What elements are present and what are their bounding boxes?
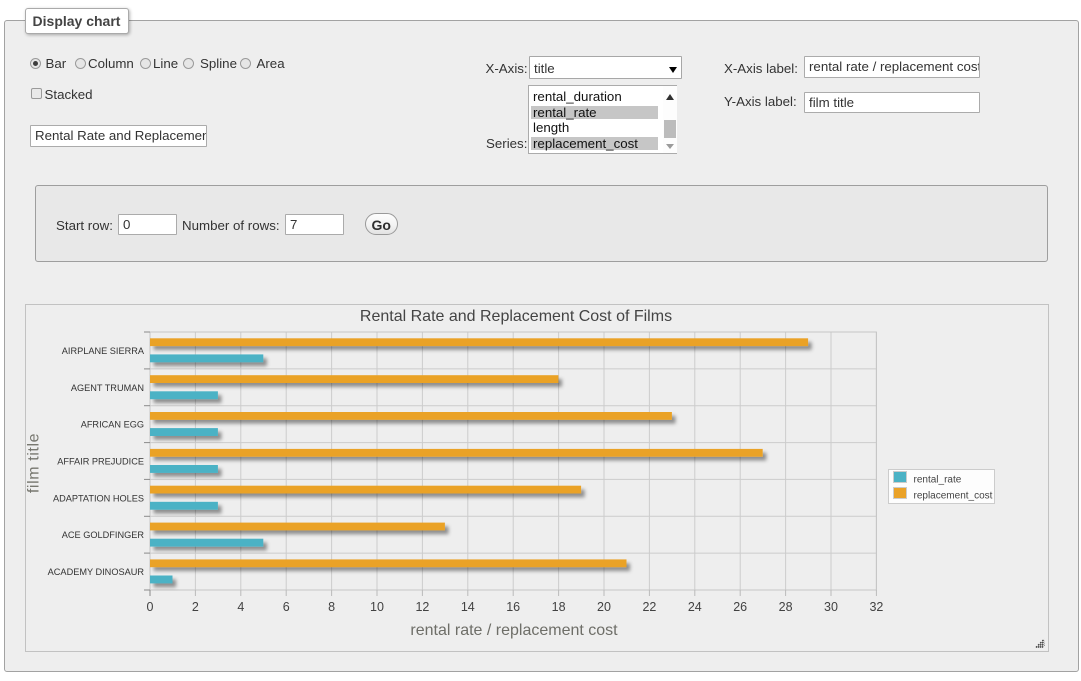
svg-text:8: 8 xyxy=(328,600,335,614)
svg-text:28: 28 xyxy=(779,600,793,614)
svg-text:ADAPTATION HOLES: ADAPTATION HOLES xyxy=(53,493,144,503)
svg-text:18: 18 xyxy=(552,600,566,614)
svg-text:12: 12 xyxy=(415,600,429,614)
svg-text:6: 6 xyxy=(283,600,290,614)
svg-text:AGENT TRUMAN: AGENT TRUMAN xyxy=(71,382,144,392)
svg-text:Rental Rate and Replacement Co: Rental Rate and Replacement Cost of Film… xyxy=(360,308,672,325)
svg-text:film title: film title xyxy=(26,432,43,492)
svg-text:AFRICAN EGG: AFRICAN EGG xyxy=(81,419,144,429)
svg-text:30: 30 xyxy=(824,600,838,614)
svg-text:16: 16 xyxy=(506,600,520,614)
svg-text:24: 24 xyxy=(688,600,702,614)
svg-text:rental_rate: rental_rate xyxy=(914,474,962,485)
svg-text:4: 4 xyxy=(237,600,244,614)
svg-text:20: 20 xyxy=(597,600,611,614)
svg-text:AIRPLANE SIERRA: AIRPLANE SIERRA xyxy=(62,345,145,355)
svg-text:AFFAIR PREJUDICE: AFFAIR PREJUDICE xyxy=(57,456,144,466)
svg-text:26: 26 xyxy=(733,600,747,614)
svg-text:replacement_cost: replacement_cost xyxy=(914,490,993,501)
svg-text:14: 14 xyxy=(461,600,475,614)
svg-text:22: 22 xyxy=(642,600,656,614)
svg-text:2: 2 xyxy=(192,600,199,614)
svg-text:ACADEMY DINOSAUR: ACADEMY DINOSAUR xyxy=(48,567,145,577)
svg-text:32: 32 xyxy=(869,600,883,614)
svg-text:rental rate / replacement cost: rental rate / replacement cost xyxy=(410,622,618,639)
svg-text:ACE GOLDFINGER: ACE GOLDFINGER xyxy=(62,530,145,540)
svg-text:0: 0 xyxy=(147,600,154,614)
svg-text:10: 10 xyxy=(370,600,384,614)
